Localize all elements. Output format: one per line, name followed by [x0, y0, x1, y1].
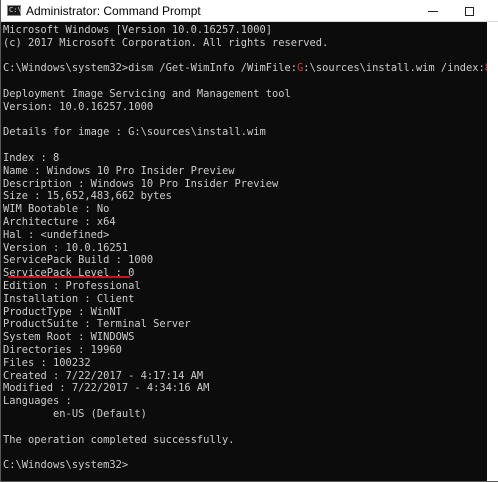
console-line: Size : 15,652,483,662 bytes: [3, 190, 172, 203]
version-line: Version : 10.0.16251: [3, 241, 129, 254]
console-line: Name : Windows 10 Pro Insider Preview: [3, 164, 235, 177]
console-line: Files : 100232: [3, 356, 91, 369]
console-line: Description : Windows 10 Pro Insider Pre…: [3, 177, 279, 190]
cmd-icon: C:\: [7, 5, 22, 16]
prompt-line: C:\Windows\system32>: [3, 459, 129, 472]
console-line: (c) 2017 Microsoft Corporation. All righ…: [3, 36, 329, 49]
vertical-scrollbar[interactable]: [487, 22, 498, 481]
command-line: C:\Windows\system32>dism /Get-WimInfo /W…: [3, 62, 487, 74]
minimize-icon: [428, 10, 438, 12]
maximize-icon: [464, 6, 474, 16]
console-line: Edition : Professional: [3, 279, 141, 292]
command-prompt-window[interactable]: C:\ Administrator: Command Prompt Micros…: [0, 0, 498, 482]
minimize-button[interactable]: [416, 0, 450, 22]
console-text: Microsoft Windows [Version 10.0.16257.10…: [3, 24, 487, 472]
console-line: WIM Bootable : No: [3, 203, 110, 216]
console-line: Index : 8: [3, 151, 60, 164]
console-line: ProductSuite : Terminal Server: [3, 318, 191, 331]
console-line: Languages :: [3, 395, 72, 408]
console-line: Details for image : G:\sources\install.w…: [3, 126, 266, 139]
console-line: Installation : Client: [3, 292, 135, 305]
console-line: Version: 10.0.16257.1000: [3, 100, 154, 113]
console-line: ServicePack Build : 1000: [3, 254, 154, 267]
title-bar[interactable]: C:\ Administrator: Command Prompt: [1, 0, 498, 22]
command-prefix: C:\Windows\system32>dism /Get-WimInfo /W…: [3, 62, 298, 75]
command-suffix: \sources\install.wim /index:: [309, 62, 485, 75]
console-line: en-US (Default): [3, 407, 147, 420]
maximize-button[interactable]: [452, 0, 486, 22]
cmd-icon-text: C:\: [9, 6, 22, 14]
console-output[interactable]: Microsoft Windows [Version 10.0.16257.10…: [3, 24, 487, 480]
window-title: Administrator: Command Prompt: [26, 4, 201, 18]
console-line: Deployment Image Servicing and Managemen…: [3, 87, 291, 100]
console-line: Created : 7/22/2017 - 4:17:14 AM: [3, 369, 204, 382]
console-line: ProductType : WinNT: [3, 305, 122, 318]
console-line: System Root : WINDOWS: [3, 331, 135, 344]
console-line: Microsoft Windows [Version 10.0.16257.10…: [3, 24, 272, 36]
console-line: Architecture : x64: [3, 215, 116, 228]
console-line: Directories : 19960: [3, 343, 122, 356]
console-line: Modified : 7/22/2017 - 4:34:16 AM: [3, 382, 210, 395]
version-underline-annotation: [8, 276, 130, 278]
console-line: The operation completed successfully.: [3, 433, 235, 446]
console-line: Hal : <undefined>: [3, 228, 110, 241]
